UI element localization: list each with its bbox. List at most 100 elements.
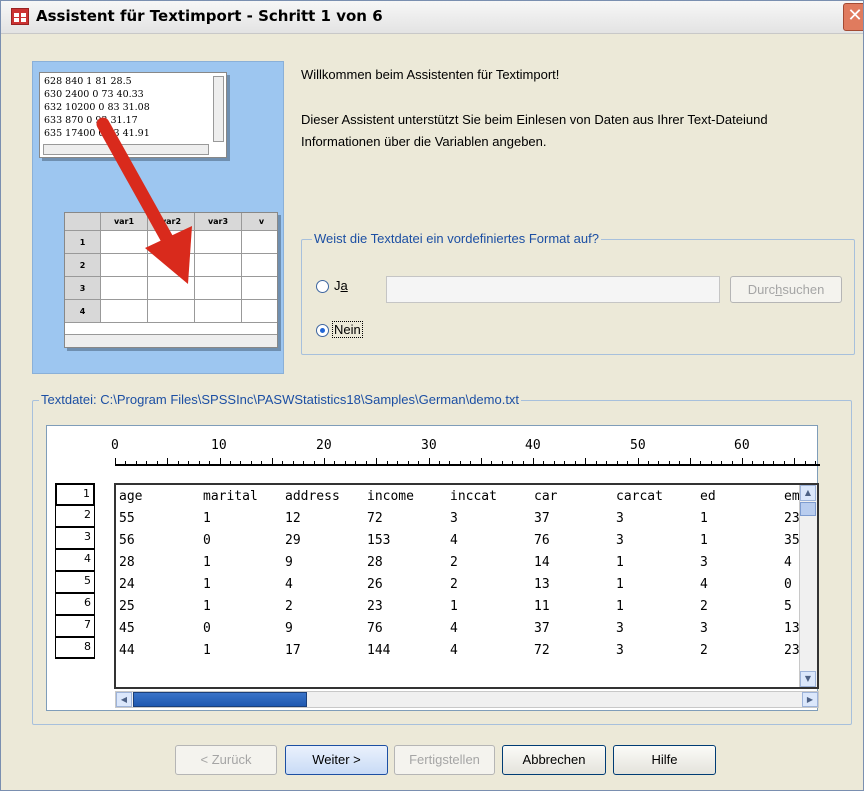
ruler-tick (794, 458, 796, 465)
format-file-path-field[interactable] (386, 276, 720, 303)
scroll-right-arrow-icon[interactable]: ▶ (802, 692, 818, 707)
preview-group-legend: Textdatei: C:\Program Files\SPSSInc\PASW… (39, 392, 522, 407)
spss-data-grid-icon (11, 8, 29, 25)
row-number: 7 (55, 615, 95, 637)
data-cell: 76 (534, 533, 550, 548)
ruler-label: 30 (421, 438, 437, 453)
ruler-tick (292, 461, 294, 465)
data-cell: 1 (616, 555, 624, 570)
ruler-tick (606, 461, 608, 465)
data-cell: 1 (616, 599, 624, 614)
back-button[interactable]: < Zurück (175, 745, 277, 775)
ruler-tick (710, 461, 712, 465)
data-row: 55 1 12 72 3 37 3 1 23 (116, 508, 816, 530)
data-cell: 29 (285, 533, 301, 548)
horizontal-scroll-thumb[interactable] (133, 692, 307, 707)
browse-button[interactable]: Durchsuchen (730, 276, 842, 303)
header-row: age marital address income inccat car carcat ed… (116, 486, 816, 508)
ruler-tick (668, 461, 670, 465)
row-number: 6 (55, 593, 95, 615)
radio-yes-label[interactable]: Ja (334, 278, 348, 293)
ruler-tick (491, 461, 493, 465)
text-preview-grid[interactable]: 44 1 17 144 4 72 3 2 23 45 0 9 76 4 37 3 3 13 25 1 2 23 1 11 1 2 5… (114, 483, 819, 689)
ruler-tick (271, 458, 273, 465)
radio-no-label[interactable]: Nein (332, 321, 363, 338)
next-button[interactable]: Weiter > (285, 745, 388, 775)
ruler-tick (125, 461, 127, 465)
data-cell: 26 (367, 577, 383, 592)
data-cell: 23 (784, 643, 800, 658)
ruler-tick (386, 461, 388, 465)
ruler-label: 10 (211, 438, 227, 453)
header-cell: car (534, 489, 558, 504)
radio-yes-mnemonic: a (340, 278, 348, 293)
vertical-scroll-thumb[interactable] (800, 502, 816, 516)
data-cell: 14 (534, 555, 550, 570)
import-arrow-shaft (96, 117, 178, 253)
ruler-tick (616, 461, 618, 465)
data-cell: 4 (784, 555, 792, 570)
scroll-up-arrow-icon[interactable]: ▲ (800, 485, 816, 501)
data-cell: 3 (700, 555, 708, 570)
help-button[interactable]: Hilfe (613, 745, 716, 775)
preview-vertical-scrollbar[interactable]: ▲ ▼ (799, 485, 817, 687)
welcome-text: Willkommen beim Assistenten für Textimpo… (301, 67, 560, 82)
text-preview-panel: 0 10 20 30 40 50 60 1 2 3 4 5 6 7 8 44 1 1… (46, 425, 820, 711)
ruler-tick (762, 461, 764, 465)
header-cell: inccat (450, 489, 497, 504)
text-import-wizard-window: Assistent für Textimport - Schritt 1 von… (0, 0, 864, 791)
data-cell: 3 (700, 621, 708, 636)
cancel-button[interactable]: Abbrechen (502, 745, 606, 775)
ruler-tick (135, 461, 137, 465)
ruler-tick (146, 461, 148, 465)
data-cell: 1 (700, 533, 708, 548)
ruler-tick (156, 461, 158, 465)
title-bar[interactable]: Assistent für Textimport - Schritt 1 von… (1, 1, 863, 34)
data-cell: 25 (119, 599, 135, 614)
scroll-left-arrow-icon[interactable]: ◀ (116, 692, 132, 707)
data-cell: 56 (119, 533, 135, 548)
data-cell: 37 (534, 511, 550, 526)
preview-horizontal-scrollbar[interactable]: ◀ ▶ (115, 691, 819, 708)
data-cell: 2 (700, 643, 708, 658)
row-number: 8 (55, 637, 95, 659)
ruler-tick (658, 461, 660, 465)
ruler-tick (533, 458, 534, 465)
radio-yes[interactable] (316, 280, 329, 293)
ruler-tick (219, 458, 221, 465)
header-cell: age (119, 489, 143, 504)
data-cell: 0 (784, 577, 792, 592)
finish-button[interactable]: Fertigstellen (394, 745, 495, 775)
data-cell: 23 (784, 511, 800, 526)
row-number: 5 (55, 571, 95, 593)
scroll-down-arrow-icon[interactable]: ▼ (800, 671, 816, 687)
data-cell: 13 (784, 621, 800, 636)
ruler-tick (303, 461, 305, 465)
browse-label-prefix: Durc (747, 282, 776, 297)
data-cell: 23 (367, 599, 383, 614)
data-cell: 1 (203, 599, 211, 614)
radio-no[interactable] (316, 324, 329, 337)
data-cell: 3 (450, 511, 458, 526)
ruler-tick (428, 458, 430, 465)
ruler-tick (512, 461, 514, 465)
data-row: 28 1 9 28 2 14 1 3 4 (116, 552, 816, 574)
data-cell: 4 (450, 643, 458, 658)
ruler-tick (595, 461, 597, 465)
data-cell: 72 (534, 643, 550, 658)
ruler-tick (574, 461, 576, 465)
close-button[interactable]: ✕ (843, 3, 863, 31)
ruler-tick (815, 461, 817, 465)
ruler-label: 0 (111, 438, 119, 453)
data-cell: 153 (367, 533, 391, 548)
row-number: 1 (55, 483, 95, 505)
data-cell: 1 (203, 555, 211, 570)
ruler-tick (721, 461, 723, 465)
ruler-tick (637, 458, 639, 465)
ruler-tick (355, 461, 357, 465)
ruler-tick (250, 461, 252, 465)
ruler-tick (773, 461, 775, 465)
data-cell: 13 (534, 577, 550, 592)
data-cell: 3 (616, 643, 624, 658)
ruler-tick (324, 458, 325, 465)
